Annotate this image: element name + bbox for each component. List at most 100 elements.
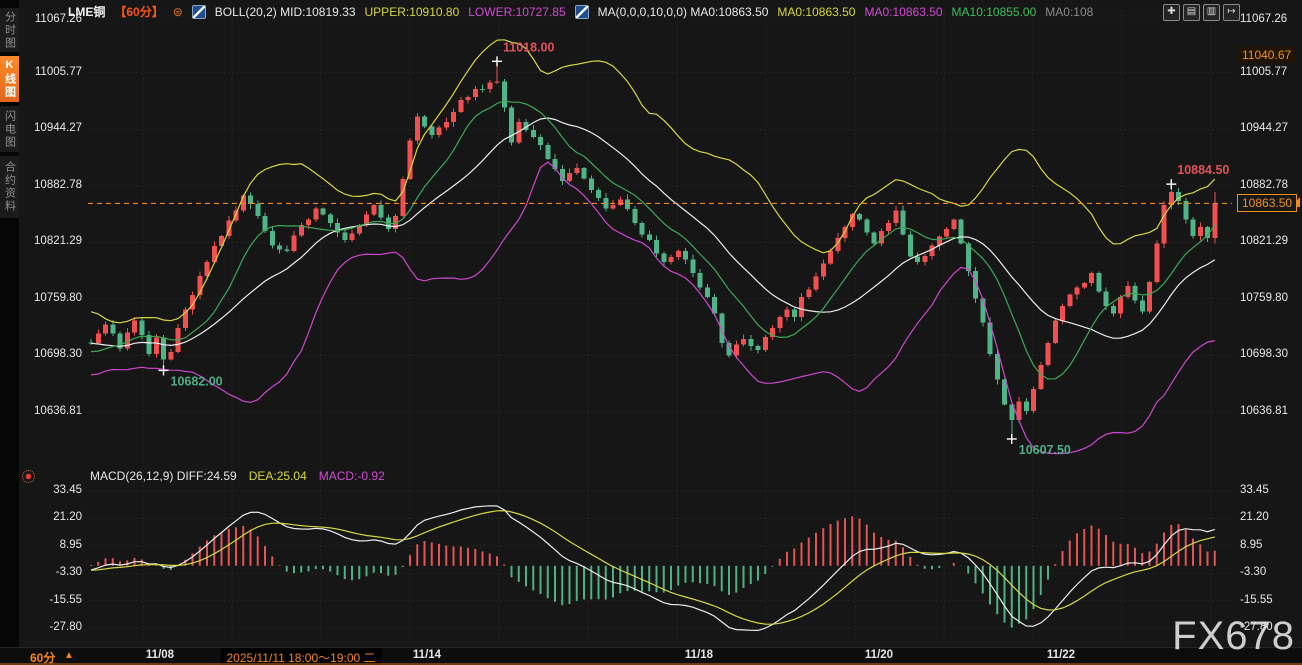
candle-body [1060,306,1065,321]
boll-mid-label: BOLL(20,2) MID:10819.33 [215,3,356,21]
candle-body [980,299,985,323]
y-axis-tick: 10636.81 [1240,405,1288,417]
candle-body [661,254,666,262]
candle-body [1096,273,1101,291]
candle-body [748,339,753,346]
candle-body [277,245,282,249]
candle-body [480,89,485,90]
candle-body [168,352,173,359]
candle-body [306,219,311,225]
crosshair-time-info: 2025/11/11 18:00～19:00 二 [220,648,381,665]
candle-body [705,288,710,297]
candle-body [647,235,652,240]
boll-mid-line [91,118,1215,346]
extreme-price-label: 10682.00 [171,374,223,388]
candle-body [1104,291,1109,306]
period-indicator[interactable]: 60分 [30,649,55,665]
y-axis-tick: 10882.78 [34,179,82,191]
candle-body [582,168,587,178]
extreme-price-label: 10607.50 [1019,443,1071,457]
chart-panel-alt-icon[interactable]: ▥ [1203,4,1220,21]
candle-body [632,209,637,223]
indicator-settings-icon[interactable] [22,470,35,483]
right-price-axis: 11067.2611005.7710944.2710882.7810821.29… [1238,0,1300,665]
candle-body [487,82,492,89]
candle-body [328,214,333,223]
candle-body [1031,389,1036,411]
candle-body [313,209,318,220]
sidebar-tab-time-chart[interactable]: 分时图 [0,8,19,52]
candle-body [531,130,536,137]
x-axis-label: 11/20 [865,649,893,661]
candle-body [785,310,790,317]
candle-body [103,324,108,333]
candle-body [1046,343,1051,365]
boll-lower-label: LOWER:10727.85 [468,3,565,21]
candle-body [1075,288,1080,295]
candle-body [864,220,869,233]
y-axis-tick: -3.30 [1240,566,1266,578]
candle-body [640,223,645,234]
y-axis-tick: 10821.29 [1240,235,1288,247]
candle-body [777,317,782,328]
sidebar-tab-kline-chart[interactable]: K线图 [0,56,19,102]
y-axis-tick: 11067.26 [1240,13,1287,25]
chart-type-sidebar: 分时图 K线图 闪电图 合约资料 [0,0,19,665]
x-axis-label: 11/22 [1047,649,1075,661]
crosshair-icon[interactable]: ✚ [1163,4,1180,21]
candle-body [1111,306,1116,313]
y-axis-tick: -3.30 [56,566,82,578]
candle-body [350,233,355,239]
y-axis-tick: 8.95 [1240,539,1262,551]
period-dropdown-arrow-icon[interactable]: ▲ [64,650,74,661]
candle-body [908,234,913,256]
candle-body [596,190,601,198]
candle-body [1198,227,1203,236]
candle-body [821,264,826,277]
y-axis-tick: 11005.77 [35,66,82,78]
candle-body [248,196,253,204]
candle-body [806,289,811,296]
mini-chart-icon [575,5,589,19]
candle-body [951,220,956,229]
y-axis-tick: 10759.80 [34,292,82,304]
candle-body [458,100,463,112]
candle-body [1154,243,1159,282]
y-axis-tick: 10636.81 [34,405,82,417]
candle-body [154,337,159,354]
macd-header: MACD(26,12,9) DIFF:24.59 DEA:25.04 MACD:… [90,469,385,483]
candle-body [944,229,949,237]
chart-panel-icon[interactable]: ▤ [1183,4,1200,21]
ma-gray-label: MA0:108 [1045,3,1093,21]
y-axis-tick: 10944.27 [34,122,82,134]
candle-body [589,178,594,190]
sidebar-tab-contract-info[interactable]: 合约资料 [0,156,19,218]
candle-body [292,235,297,251]
candle-body [502,82,507,108]
y-axis-tick: 10821.29 [34,235,82,247]
candle-body [437,128,442,135]
candle-body [422,117,427,127]
candle-body [161,337,166,359]
expand-right-icon[interactable]: ↦ [1223,4,1240,21]
candle-body [683,251,688,260]
candle-body [756,346,761,350]
candle-body [763,337,768,350]
y-axis-tick: -15.55 [49,594,82,606]
candle-body [1140,301,1145,312]
time-axis-bar: 60分 ▲ 11/0811/1411/1811/2011/22 2025/11/… [0,647,1302,665]
x-axis-label: 11/18 [685,649,713,661]
left-price-axis: 11067.2611005.7710944.2710882.7810821.29… [20,0,82,665]
candle-body [1089,273,1094,283]
y-axis-tick: 11005.77 [1240,66,1287,78]
ma-white-label: MA(0,0,0,10,0,0) MA0:10863.50 [598,3,769,21]
candle-body [139,321,144,335]
sidebar-tab-flash-chart[interactable]: 闪电图 [0,106,19,152]
y-axis-tick: 10698.30 [1240,348,1288,360]
ma-magenta-label: MA0:10863.50 [864,3,942,21]
candle-body [545,145,550,159]
candle-body [893,210,898,223]
candle-body [321,209,326,215]
candle-body [415,117,420,141]
candle-body [814,277,819,290]
